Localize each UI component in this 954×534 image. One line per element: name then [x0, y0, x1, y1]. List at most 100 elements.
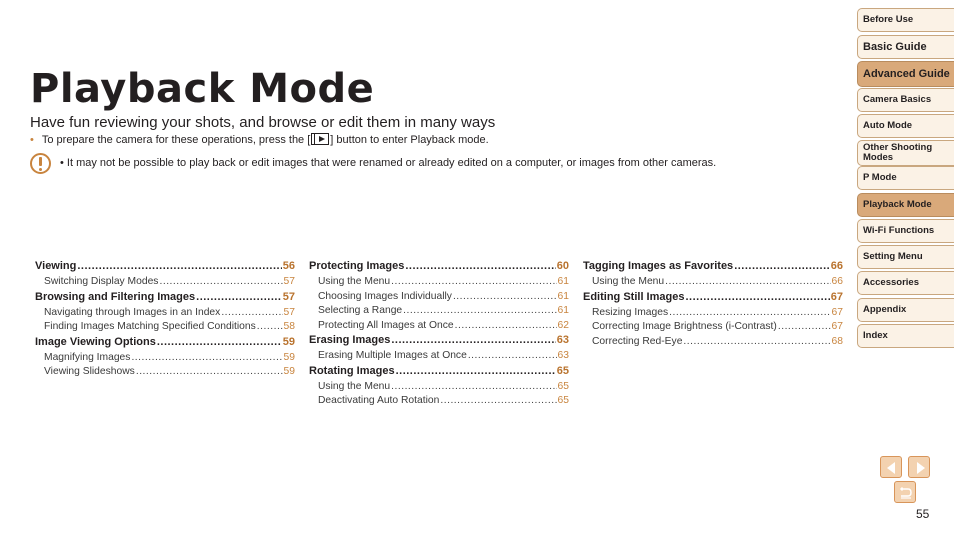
sidebar-tab-playback-mode[interactable]: Playback Mode	[857, 193, 954, 217]
toc-entry-page[interactable]: 67	[832, 307, 843, 318]
sidebar-tab-advanced-guide[interactable]: Advanced Guide	[857, 61, 954, 87]
toc-entry[interactable]: Selecting a Range 61	[309, 305, 569, 320]
intro-bullet: • To prepare the camera for these operati…	[30, 133, 489, 146]
toc-entry-page[interactable]: 67	[832, 321, 843, 332]
toc-entry[interactable]: Image Viewing Options 59	[35, 336, 295, 352]
next-page-button[interactable]	[908, 456, 930, 478]
toc-entry[interactable]: Navigating through Images in an Index 57	[35, 307, 295, 322]
toc-entry-page[interactable]: 57	[284, 276, 295, 287]
toc-leader-dots	[778, 321, 831, 332]
toc-entry-page[interactable]: 68	[832, 336, 843, 347]
toc-entry-page[interactable]: 65	[557, 365, 569, 377]
toc-entry[interactable]: Erasing Multiple Images at Once 63	[309, 350, 569, 365]
toc-entry-page[interactable]: 61	[558, 305, 569, 316]
toc-entry[interactable]: Using the Menu 66	[583, 276, 843, 291]
toc-entry-page[interactable]: 63	[558, 350, 569, 361]
toc-entry-label: Rotating Images	[309, 364, 395, 377]
toc-entry-label: Correcting Red-Eye	[592, 335, 683, 347]
toc-column-2: Protecting Images60Using the Menu61Choos…	[309, 260, 569, 410]
toc-entry[interactable]: Protecting All Images at Once 62	[309, 320, 569, 335]
toc-entry[interactable]: Erasing Images 63	[309, 334, 569, 350]
toc-entry-page[interactable]: 61	[558, 291, 569, 302]
toc-entry-page[interactable]: 60	[557, 260, 569, 272]
toc-leader-dots	[196, 291, 282, 303]
toc-entry-label: Deactivating Auto Rotation	[318, 395, 440, 406]
previous-page-icon	[887, 462, 895, 474]
return-button[interactable]	[894, 481, 916, 503]
sidebar-tab-auto-mode[interactable]: Auto Mode	[857, 114, 954, 138]
toc-entry-page[interactable]: 66	[832, 276, 843, 287]
toc-entry[interactable]: Tagging Images as Favorites 66	[583, 260, 843, 276]
toc-entry[interactable]: Protecting Images 60	[309, 260, 569, 276]
page-number: 55	[916, 507, 930, 521]
toc-entry-page[interactable]: 66	[831, 260, 843, 272]
toc-entry-page[interactable]: 62	[558, 320, 569, 331]
toc-entry[interactable]: Correcting Image Brightness (i-Contrast)…	[583, 321, 843, 336]
toc-entry-label: Selecting a Range	[318, 305, 403, 316]
sidebar-tab-setting-menu[interactable]: Setting Menu	[857, 245, 954, 269]
toc-column-3: Tagging Images as Favorites66Using the M…	[583, 260, 843, 350]
toc-entry-label: Viewing	[35, 260, 77, 272]
toc-entry-label: Image Viewing Options	[35, 335, 156, 348]
sidebar-tab-camera-basics[interactable]: Camera Basics	[857, 88, 954, 112]
toc-entry-page[interactable]: 58	[284, 321, 295, 332]
caution-icon	[30, 153, 51, 174]
next-page-icon	[917, 462, 925, 474]
sidebar-tab-accessories[interactable]: Accessories	[857, 271, 954, 295]
toc-entry-label: Navigating through Images in an Index	[44, 306, 221, 318]
toc-entry[interactable]: Browsing and Filtering Images 57	[35, 291, 295, 307]
prev-page-button[interactable]	[880, 456, 902, 478]
toc-leader-dots	[391, 276, 556, 287]
toc-entry[interactable]: Correcting Red-Eye 68	[583, 336, 843, 351]
sidebar-tab-basic-guide[interactable]: Basic Guide	[857, 35, 954, 59]
toc-leader-dots	[131, 352, 282, 363]
toc-entry-page[interactable]: 59	[284, 366, 295, 377]
toc-entry-page[interactable]: 61	[558, 276, 569, 287]
toc-entry-label: Choosing Images Individually	[318, 290, 452, 302]
playback-button-icon	[311, 133, 330, 145]
bullet-text-before: To prepare the camera for these operatio…	[41, 134, 311, 146]
toc-entry-label: Switching Display Modes	[44, 276, 159, 287]
toc-entry-label: Protecting All Images at Once	[318, 319, 454, 331]
toc-entry[interactable]: Editing Still Images 67	[583, 291, 843, 307]
sidebar-tab-before-use[interactable]: Before Use	[857, 8, 954, 32]
sidebar-tab-index[interactable]: Index	[857, 324, 954, 348]
toc-entry[interactable]: Deactivating Auto Rotation 65	[309, 395, 569, 410]
toc-leader-dots	[453, 291, 557, 302]
toc-leader-dots	[159, 276, 282, 287]
toc-entry-page[interactable]: 63	[557, 334, 569, 346]
sidebar-tab-label: Auto Mode	[863, 119, 913, 131]
toc-entry-page[interactable]: 65	[558, 395, 569, 406]
toc-leader-dots	[455, 320, 557, 331]
toc-leader-dots	[683, 336, 830, 347]
sidebar-tab-p-mode[interactable]: P Mode	[857, 166, 954, 190]
toc-entry-label: Tagging Images as Favorites	[583, 260, 734, 272]
sidebar-tab-label: Camera Basics	[863, 93, 932, 105]
sidebar-tab-appendix[interactable]: Appendix	[857, 298, 954, 322]
sidebar-tab-other-shooting-modes[interactable]: Other Shooting Modes	[857, 140, 954, 166]
toc-entry[interactable]: Resizing Images 67	[583, 307, 843, 322]
toc-entry[interactable]: Using the Menu 61	[309, 276, 569, 291]
page-subtitle: Have fun reviewing your shots, and brows…	[30, 114, 496, 131]
toc-entry[interactable]: Viewing Slideshows 59	[35, 366, 295, 381]
toc-entry[interactable]: Using the Menu 65	[309, 381, 569, 396]
toc-entry[interactable]: Viewing 56	[35, 260, 295, 276]
toc-entry-page[interactable]: 65	[558, 381, 569, 392]
toc-entry[interactable]: Choosing Images Individually 61	[309, 291, 569, 306]
sidebar-tab-wi-fi-functions[interactable]: Wi-Fi Functions	[857, 219, 954, 243]
toc-entry[interactable]: Finding Images Matching Specified Condit…	[35, 321, 295, 336]
toc-leader-dots	[685, 291, 829, 303]
toc-entry-page[interactable]: 67	[831, 291, 843, 303]
toc-entry-page[interactable]: 59	[283, 336, 295, 348]
toc-entry-label: Editing Still Images	[583, 290, 685, 303]
toc-entry-page[interactable]: 56	[283, 260, 295, 272]
toc-entry[interactable]: Rotating Images 65	[309, 365, 569, 381]
toc-entry-page[interactable]: 57	[284, 307, 295, 318]
toc-entry-label: Resizing Images	[592, 306, 669, 318]
caution-note: • It may not be possible to play back or…	[60, 157, 717, 169]
toc-entry[interactable]: Magnifying Images 59	[35, 352, 295, 367]
toc-entry-page[interactable]: 57	[283, 291, 295, 303]
toc-leader-dots	[221, 307, 282, 318]
toc-entry-page[interactable]: 59	[284, 352, 295, 363]
toc-entry[interactable]: Switching Display Modes 57	[35, 276, 295, 291]
